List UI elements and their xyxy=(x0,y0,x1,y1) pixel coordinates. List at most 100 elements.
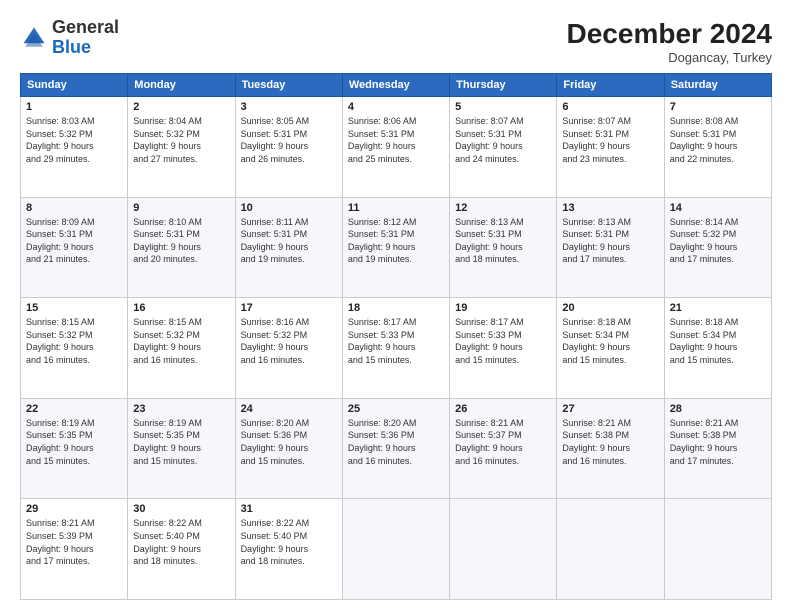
day-info: Sunrise: 8:21 AM Sunset: 5:38 PM Dayligh… xyxy=(562,417,658,467)
calendar-cell xyxy=(342,499,449,600)
week-row-4: 22 Sunrise: 8:19 AM Sunset: 5:35 PM Dayli… xyxy=(21,398,772,499)
day-info: Sunrise: 8:05 AM Sunset: 5:31 PM Dayligh… xyxy=(241,115,337,165)
day-number: 15 xyxy=(26,302,122,314)
week-row-3: 15 Sunrise: 8:15 AM Sunset: 5:32 PM Dayli… xyxy=(21,298,772,399)
calendar-cell: 25 Sunrise: 8:20 AM Sunset: 5:36 PM Dayli… xyxy=(342,398,449,499)
calendar-cell: 5Sunrise: 8:07 AM Sunset: 5:31 PM Daylig… xyxy=(450,97,557,198)
day-info: Sunrise: 8:14 AM Sunset: 5:32 PM Dayligh… xyxy=(670,216,766,266)
day-number: 1 xyxy=(26,101,122,113)
calendar-cell: 8Sunrise: 8:09 AM Sunset: 5:31 PM Daylig… xyxy=(21,197,128,298)
day-info: Sunrise: 8:20 AM Sunset: 5:36 PM Dayligh… xyxy=(241,417,337,467)
day-number: 25 xyxy=(348,403,444,415)
day-number: 27 xyxy=(562,403,658,415)
day-number: 10 xyxy=(241,202,337,214)
calendar-cell xyxy=(557,499,664,600)
header: General Blue December 2024 Dogancay, Tur… xyxy=(20,18,772,65)
day-number: 17 xyxy=(241,302,337,314)
calendar-cell xyxy=(664,499,771,600)
calendar-cell: 29 Sunrise: 8:21 AM Sunset: 5:39 PM Dayli… xyxy=(21,499,128,600)
weekday-header-monday: Monday xyxy=(128,74,235,97)
day-number: 14 xyxy=(670,202,766,214)
calendar-cell: 24 Sunrise: 8:20 AM Sunset: 5:36 PM Dayli… xyxy=(235,398,342,499)
day-number: 18 xyxy=(348,302,444,314)
day-info: Sunrise: 8:10 AM Sunset: 5:31 PM Dayligh… xyxy=(133,216,229,266)
location: Dogancay, Turkey xyxy=(567,50,772,65)
page: General Blue December 2024 Dogancay, Tur… xyxy=(0,0,792,612)
day-info: Sunrise: 8:16 AM Sunset: 5:32 PM Dayligh… xyxy=(241,316,337,366)
day-info: Sunrise: 8:06 AM Sunset: 5:31 PM Dayligh… xyxy=(348,115,444,165)
calendar-table: SundayMondayTuesdayWednesdayThursdayFrid… xyxy=(20,73,772,600)
day-info: Sunrise: 8:19 AM Sunset: 5:35 PM Dayligh… xyxy=(26,417,122,467)
day-number: 6 xyxy=(562,101,658,113)
calendar-cell: 4 Sunrise: 8:06 AM Sunset: 5:31 PM Daylig… xyxy=(342,97,449,198)
day-info: Sunrise: 8:13 AM Sunset: 5:31 PM Dayligh… xyxy=(455,216,551,266)
day-info: Sunrise: 8:13 AM Sunset: 5:31 PM Dayligh… xyxy=(562,216,658,266)
week-row-1: 1 Sunrise: 8:03 AM Sunset: 5:32 PM Daylig… xyxy=(21,97,772,198)
day-info: Sunrise: 8:12 AM Sunset: 5:31 PM Dayligh… xyxy=(348,216,444,266)
day-info: Sunrise: 8:18 AM Sunset: 5:34 PM Dayligh… xyxy=(670,316,766,366)
calendar-cell: 14 Sunrise: 8:14 AM Sunset: 5:32 PM Dayli… xyxy=(664,197,771,298)
calendar-cell xyxy=(450,499,557,600)
day-number: 7 xyxy=(670,101,766,113)
weekday-header-wednesday: Wednesday xyxy=(342,74,449,97)
calendar-cell: 30Sunrise: 8:22 AM Sunset: 5:40 PM Dayli… xyxy=(128,499,235,600)
day-info: Sunrise: 8:07 AM Sunset: 5:31 PM Dayligh… xyxy=(455,115,551,165)
weekday-header-friday: Friday xyxy=(557,74,664,97)
day-number: 21 xyxy=(670,302,766,314)
calendar-cell: 7 Sunrise: 8:08 AM Sunset: 5:31 PM Daylig… xyxy=(664,97,771,198)
day-info: Sunrise: 8:03 AM Sunset: 5:32 PM Dayligh… xyxy=(26,115,122,165)
calendar-cell: 9 Sunrise: 8:10 AM Sunset: 5:31 PM Daylig… xyxy=(128,197,235,298)
day-number: 20 xyxy=(562,302,658,314)
day-info: Sunrise: 8:09 AM Sunset: 5:31 PM Dayligh… xyxy=(26,216,122,266)
day-number: 29 xyxy=(26,503,122,515)
day-info: Sunrise: 8:11 AM Sunset: 5:31 PM Dayligh… xyxy=(241,216,337,266)
weekday-header-tuesday: Tuesday xyxy=(235,74,342,97)
day-info: Sunrise: 8:21 AM Sunset: 5:38 PM Dayligh… xyxy=(670,417,766,467)
day-number: 28 xyxy=(670,403,766,415)
day-info: Sunrise: 8:22 AM Sunset: 5:40 PM Dayligh… xyxy=(241,517,337,567)
calendar-cell: 6 Sunrise: 8:07 AM Sunset: 5:31 PM Daylig… xyxy=(557,97,664,198)
day-number: 30 xyxy=(133,503,229,515)
calendar-cell: 31 Sunrise: 8:22 AM Sunset: 5:40 PM Dayli… xyxy=(235,499,342,600)
calendar-cell: 22 Sunrise: 8:19 AM Sunset: 5:35 PM Dayli… xyxy=(21,398,128,499)
day-number: 22 xyxy=(26,403,122,415)
day-number: 19 xyxy=(455,302,551,314)
day-number: 3 xyxy=(241,101,337,113)
weekday-header-row: SundayMondayTuesdayWednesdayThursdayFrid… xyxy=(21,74,772,97)
calendar-cell: 16 Sunrise: 8:15 AM Sunset: 5:32 PM Dayli… xyxy=(128,298,235,399)
calendar-cell: 10 Sunrise: 8:11 AM Sunset: 5:31 PM Dayli… xyxy=(235,197,342,298)
logo-icon xyxy=(20,24,48,52)
calendar-cell: 23Sunrise: 8:19 AM Sunset: 5:35 PM Dayli… xyxy=(128,398,235,499)
calendar-cell: 20 Sunrise: 8:18 AM Sunset: 5:34 PM Dayli… xyxy=(557,298,664,399)
day-info: Sunrise: 8:19 AM Sunset: 5:35 PM Dayligh… xyxy=(133,417,229,467)
day-number: 31 xyxy=(241,503,337,515)
week-row-2: 8Sunrise: 8:09 AM Sunset: 5:31 PM Daylig… xyxy=(21,197,772,298)
week-row-5: 29 Sunrise: 8:21 AM Sunset: 5:39 PM Dayli… xyxy=(21,499,772,600)
calendar-cell: 19 Sunrise: 8:17 AM Sunset: 5:33 PM Dayli… xyxy=(450,298,557,399)
calendar-cell: 1 Sunrise: 8:03 AM Sunset: 5:32 PM Daylig… xyxy=(21,97,128,198)
weekday-header-thursday: Thursday xyxy=(450,74,557,97)
day-number: 26 xyxy=(455,403,551,415)
day-info: Sunrise: 8:18 AM Sunset: 5:34 PM Dayligh… xyxy=(562,316,658,366)
weekday-header-saturday: Saturday xyxy=(664,74,771,97)
calendar-cell: 26 Sunrise: 8:21 AM Sunset: 5:37 PM Dayli… xyxy=(450,398,557,499)
day-number: 9 xyxy=(133,202,229,214)
day-number: 16 xyxy=(133,302,229,314)
day-number: 24 xyxy=(241,403,337,415)
calendar-cell: 28 Sunrise: 8:21 AM Sunset: 5:38 PM Dayli… xyxy=(664,398,771,499)
day-info: Sunrise: 8:21 AM Sunset: 5:37 PM Dayligh… xyxy=(455,417,551,467)
day-info: Sunrise: 8:21 AM Sunset: 5:39 PM Dayligh… xyxy=(26,517,122,567)
day-info: Sunrise: 8:15 AM Sunset: 5:32 PM Dayligh… xyxy=(26,316,122,366)
day-number: 11 xyxy=(348,202,444,214)
day-info: Sunrise: 8:15 AM Sunset: 5:32 PM Dayligh… xyxy=(133,316,229,366)
day-info: Sunrise: 8:04 AM Sunset: 5:32 PM Dayligh… xyxy=(133,115,229,165)
calendar-cell: 18Sunrise: 8:17 AM Sunset: 5:33 PM Dayli… xyxy=(342,298,449,399)
day-info: Sunrise: 8:08 AM Sunset: 5:31 PM Dayligh… xyxy=(670,115,766,165)
day-number: 2 xyxy=(133,101,229,113)
day-number: 4 xyxy=(348,101,444,113)
day-info: Sunrise: 8:07 AM Sunset: 5:31 PM Dayligh… xyxy=(562,115,658,165)
day-info: Sunrise: 8:20 AM Sunset: 5:36 PM Dayligh… xyxy=(348,417,444,467)
calendar-cell: 21 Sunrise: 8:18 AM Sunset: 5:34 PM Dayli… xyxy=(664,298,771,399)
calendar-cell: 13Sunrise: 8:13 AM Sunset: 5:31 PM Dayli… xyxy=(557,197,664,298)
day-info: Sunrise: 8:17 AM Sunset: 5:33 PM Dayligh… xyxy=(455,316,551,366)
